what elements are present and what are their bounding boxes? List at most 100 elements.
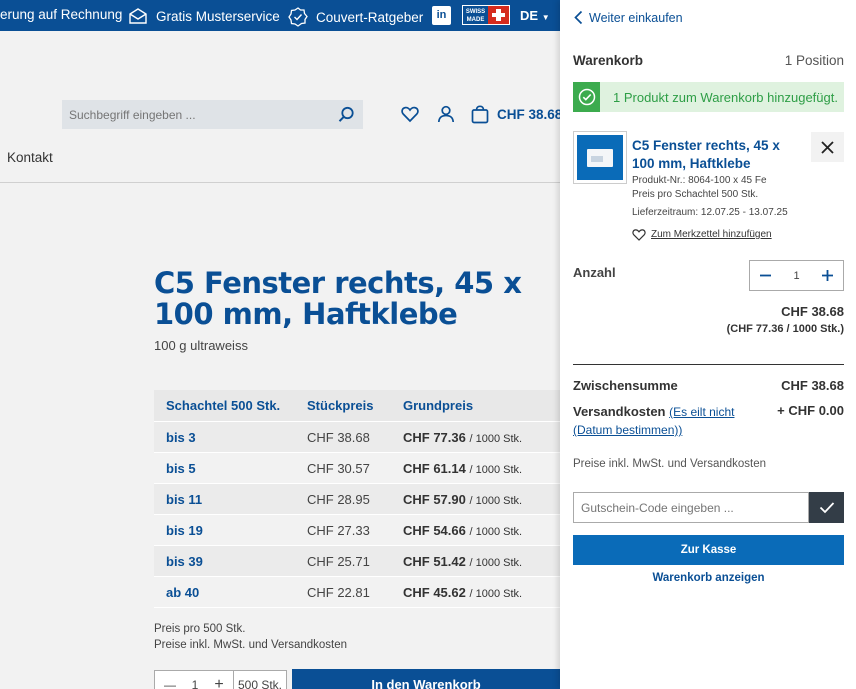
success-message: 1 Produkt zum Warenkorb hinzugefügt. [613, 89, 838, 105]
header-base-price: Grundpreis [403, 398, 474, 413]
row-base-value: CHF 61.14 [403, 460, 466, 476]
row-base-unit: / 1000 Stk. [469, 587, 523, 600]
user-icon [437, 105, 455, 123]
quantity-stepper: — 1 + 500 Stk. [154, 670, 287, 689]
checkout-button[interactable]: Zur Kasse [573, 535, 844, 565]
cart-quantity-value[interactable]: 1 [781, 261, 812, 290]
samples-label: Gratis Musterservice [156, 8, 280, 24]
table-row[interactable]: bis 3 CHF 38.68 CHF 77.36 / 1000 Stk. [154, 422, 560, 453]
table-row[interactable]: bis 11 CHF 28.95 CHF 57.90 / 1000 Stk. [154, 484, 560, 515]
price-note-pack: Preis pro 500 Stk. [154, 623, 246, 635]
invoice-label: erung auf Rechnung [0, 7, 123, 22]
remove-item-button[interactable] [811, 132, 844, 162]
wishlist-button[interactable] [401, 105, 419, 128]
swiss-made-badge: SWISS MADE [462, 5, 510, 25]
search-bar [62, 100, 363, 129]
quantity-unit: 500 Stk. [233, 671, 286, 689]
row-unit-price: CHF 38.68 [307, 429, 370, 445]
cart-panel: Weiter einkaufen Warenkorb 1 Position 1 … [560, 0, 856, 689]
table-row[interactable]: bis 39 CHF 25.71 CHF 51.42 / 1000 Stk. [154, 546, 560, 577]
row-unit-price: CHF 28.95 [307, 491, 370, 507]
continue-shopping-link[interactable]: Weiter einkaufen [574, 10, 683, 25]
cart-item-delivery: Lieferzeitraum: 12.07.25 - 13.07.25 [632, 207, 788, 218]
table-row[interactable]: ab 40 CHF 22.81 CHF 45.62 / 1000 Stk. [154, 577, 560, 608]
product-subtitle: 100 g ultraweiss [154, 338, 248, 353]
success-alert: 1 Produkt zum Warenkorb hinzugefügt. [573, 82, 844, 112]
row-qty: bis 19 [166, 522, 203, 538]
cart-decrease-button[interactable] [750, 261, 781, 290]
quantity-value[interactable]: 1 [185, 671, 205, 689]
row-qty: ab 40 [166, 584, 200, 600]
increase-button[interactable]: + [205, 671, 233, 689]
invoice-link[interactable]: erung auf Rechnung [0, 7, 122, 22]
table-row[interactable]: bis 5 CHF 30.57 CHF 61.14 / 1000 Stk. [154, 453, 560, 484]
nav-item-contact[interactable]: Kontakt [7, 150, 53, 165]
row-base-unit: / 1000 Stk. [469, 525, 523, 538]
guide-link[interactable]: Couvert-Ratgeber [288, 7, 423, 27]
cart-title: Warenkorb [573, 53, 644, 68]
row-base-price: CHF 51.42 / 1000 Stk. [403, 554, 522, 569]
decrease-button[interactable]: — [155, 671, 185, 689]
row-unit-price: CHF 22.81 [307, 584, 370, 600]
row-qty: bis 5 [166, 460, 196, 476]
cart-button[interactable] [471, 105, 489, 129]
coupon-input[interactable] [574, 493, 808, 522]
plus-icon [822, 270, 833, 281]
heart-icon [401, 106, 419, 123]
table-row[interactable]: bis 19 CHF 27.33 CHF 54.66 / 1000 Stk. [154, 515, 560, 546]
summary-divider [573, 364, 844, 365]
coupon-field [573, 492, 809, 523]
vat-note: Preise inkl. MwSt. und Versandkosten [573, 458, 767, 470]
price-table-header: Schachtel 500 Stk. Stückpreis Grundpreis [154, 390, 560, 422]
header-qty: Schachtel 500 Stk. [166, 398, 281, 413]
view-cart-link[interactable]: Warenkorb anzeigen [573, 572, 844, 584]
row-base-unit: / 1000 Stk. [469, 556, 523, 569]
cart-increase-button[interactable] [812, 261, 843, 290]
line-unit-price: (CHF 77.36 / 1000 Stk.) [726, 323, 844, 335]
shopping-bag-icon [471, 105, 489, 124]
cart-item-pack: Preis pro Schachtel 500 Stk. [632, 189, 759, 200]
minus-icon [760, 274, 771, 277]
product-thumbnail[interactable] [573, 131, 627, 184]
add-to-cart-button[interactable]: In den Warenkorb [292, 669, 560, 689]
cart-item-sku: Produkt-Nr.: 8064-100 x 45 Fe [632, 175, 767, 186]
check-icon [819, 502, 834, 514]
swiss-cross-icon [488, 6, 509, 24]
row-unit-price: CHF 30.57 [307, 460, 370, 476]
account-button[interactable] [437, 105, 455, 128]
cart-item-name[interactable]: C5 Fenster rechts, 45 x 100 mm, Haftkleb… [632, 137, 792, 173]
line-total: CHF 38.68 [781, 304, 844, 319]
search-input[interactable] [62, 100, 322, 129]
add-to-wishlist-link[interactable]: Zum Merkzettel hinzufügen [632, 228, 772, 241]
row-qty: bis 3 [166, 429, 196, 445]
row-unit-price: CHF 27.33 [307, 522, 370, 538]
minus-icon: — [164, 678, 176, 689]
chevron-left-icon [574, 10, 583, 25]
linkedin-icon[interactable]: in [432, 6, 451, 25]
subtotal-label: Zwischensumme [573, 378, 678, 393]
language-selector[interactable]: DE ▼ [520, 8, 550, 23]
search-icon [338, 106, 354, 122]
price-notes: Preis pro 500 Stk. Preise inkl. MwSt. un… [154, 621, 347, 653]
guide-label: Couvert-Ratgeber [316, 9, 424, 25]
swiss-made-label: SWISS MADE [465, 9, 486, 23]
header-cart-total[interactable]: CHF 38.68 [497, 107, 562, 122]
coupon-submit-button[interactable] [809, 492, 844, 523]
row-base-value: CHF 77.36 [403, 429, 466, 445]
envelope-image [587, 148, 613, 167]
row-base-unit: / 1000 Stk. [469, 494, 523, 507]
chevron-down-icon: ▼ [541, 13, 550, 22]
search-button[interactable] [338, 106, 355, 128]
header-unit-price: Stückpreis [307, 398, 374, 413]
samples-link[interactable]: Gratis Musterservice [128, 7, 280, 25]
continue-shopping-label: Weiter einkaufen [589, 10, 683, 25]
badge-check-icon [288, 7, 308, 27]
price-note-vat: Preise inkl. MwSt. und Versandkosten [154, 639, 348, 651]
row-qty: bis 11 [166, 491, 203, 507]
envelope-icon [129, 8, 147, 24]
row-base-price: CHF 77.36 / 1000 Stk. [403, 430, 522, 445]
wishlist-label: Zum Merkzettel hinzufügen [651, 229, 772, 240]
row-unit-price: CHF 25.71 [307, 553, 370, 569]
row-qty: bis 39 [166, 553, 203, 569]
row-base-price: CHF 45.62 / 1000 Stk. [403, 585, 522, 600]
